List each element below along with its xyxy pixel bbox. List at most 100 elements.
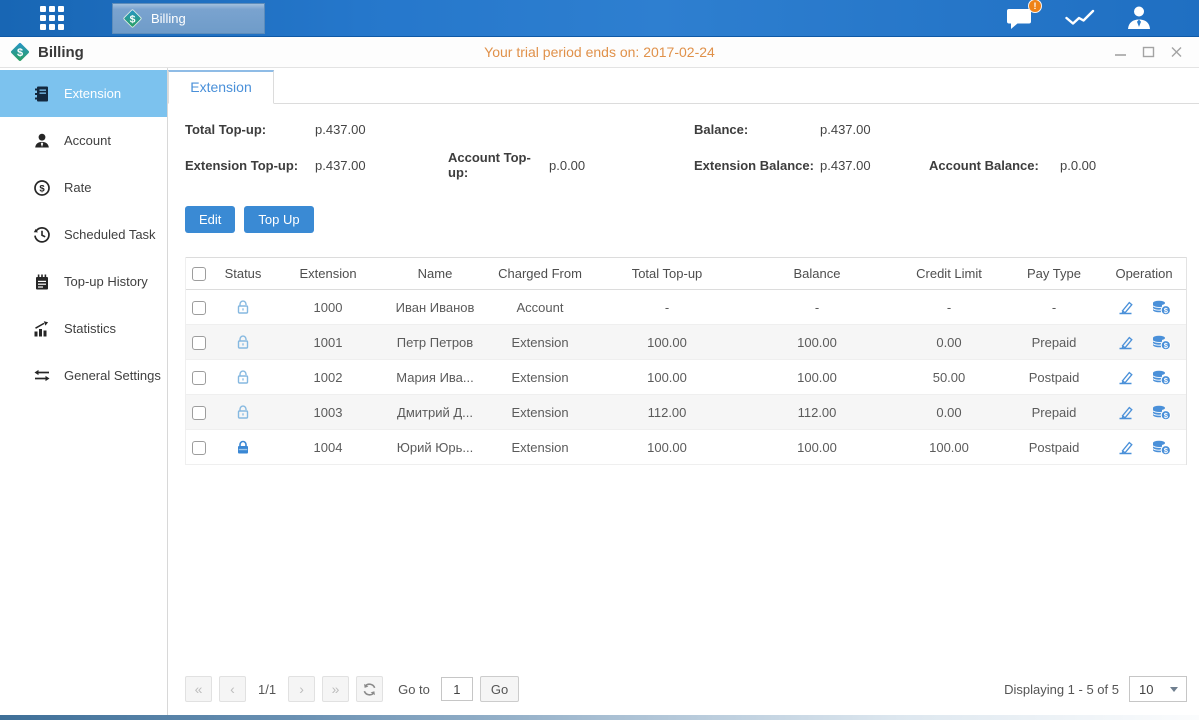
cell-operation: $	[1102, 404, 1186, 421]
prev-page-button[interactable]: ‹	[219, 676, 246, 702]
summary-label: Account Top-up:	[448, 150, 549, 180]
cell-balance: 100.00	[742, 370, 892, 385]
page-size-select[interactable]: 10	[1129, 676, 1187, 702]
edit-row-icon[interactable]	[1117, 334, 1134, 350]
sidebar-item-statistics[interactable]: Statistics	[0, 305, 167, 352]
table-row: 1000Иван ИвановAccount----$	[186, 290, 1186, 325]
sidebar: Extension Account $ Rate	[0, 68, 168, 715]
sidebar-item-label: Extension	[64, 86, 121, 101]
top-up-row-icon[interactable]: $	[1151, 404, 1172, 421]
row-checkbox[interactable]	[192, 441, 206, 455]
row-checkbox[interactable]	[192, 406, 206, 420]
displaying-label: Displaying 1 - 5 of 5	[1004, 682, 1119, 697]
next-page-button[interactable]: ›	[288, 676, 315, 702]
top-up-row-icon[interactable]: $	[1151, 334, 1172, 351]
cell-balance: -	[742, 300, 892, 315]
cell-name: Петр Петров	[382, 335, 488, 350]
go-button[interactable]: Go	[480, 676, 519, 702]
edit-row-icon[interactable]	[1117, 404, 1134, 420]
sidebar-item-general-settings[interactable]: General Settings	[0, 352, 167, 399]
maximize-button[interactable]	[1142, 46, 1155, 58]
window-title-bar: $ Billing Your trial period ends on: 201…	[0, 37, 1199, 68]
cell-total-top-up: 100.00	[592, 440, 742, 455]
sidebar-item-label: General Settings	[64, 368, 161, 383]
edit-button[interactable]: Edit	[185, 206, 235, 233]
edit-row-icon[interactable]	[1117, 369, 1134, 385]
summary-value: p.437.00	[820, 122, 929, 137]
messages-button[interactable]: !	[1006, 6, 1035, 31]
sidebar-item-scheduled-task[interactable]: Scheduled Task	[0, 211, 167, 258]
sidebar-item-label: Statistics	[64, 321, 116, 336]
table-header: Status Extension Name Charged From Total…	[186, 257, 1186, 290]
svg-text:$: $	[130, 13, 136, 25]
cell-charged-from: Extension	[488, 335, 592, 350]
cell-credit-limit: 100.00	[892, 440, 1006, 455]
sidebar-item-label: Account	[64, 133, 111, 148]
close-button[interactable]	[1170, 46, 1183, 58]
table-row: 1003Дмитрий Д...Extension112.00112.000.0…	[186, 395, 1186, 430]
table-body: 1000Иван ИвановAccount----$1001Петр Петр…	[186, 290, 1186, 465]
top-up-row-icon[interactable]: $	[1151, 369, 1172, 386]
first-page-button[interactable]: «	[185, 676, 212, 702]
column-header-credit-limit: Credit Limit	[892, 266, 1006, 281]
top-up-row-icon[interactable]: $	[1151, 299, 1172, 316]
chevron-down-icon	[1170, 687, 1178, 692]
cell-total-top-up: 112.00	[592, 405, 742, 420]
cell-charged-from: Extension	[488, 370, 592, 385]
row-checkbox[interactable]	[192, 336, 206, 350]
summary-value: p.0.00	[549, 158, 694, 173]
row-checkbox[interactable]	[192, 371, 206, 385]
cell-total-top-up: 100.00	[592, 370, 742, 385]
cell-extension: 1003	[274, 405, 382, 420]
user-icon	[1125, 5, 1153, 31]
bottom-edge-strip	[0, 715, 1199, 720]
sidebar-item-account[interactable]: Account	[0, 117, 167, 164]
summary-label: Extension Top-up:	[185, 158, 315, 173]
tab-extension[interactable]: Extension	[168, 70, 274, 104]
cell-total-top-up: 100.00	[592, 335, 742, 350]
window-title: Billing	[38, 44, 84, 61]
minimize-button[interactable]	[1114, 46, 1127, 58]
cell-operation: $	[1102, 299, 1186, 316]
cell-balance: 100.00	[742, 335, 892, 350]
column-header-name: Name	[382, 266, 488, 281]
summary-panel: Total Top-up: p.437.00 Balance: p.437.00…	[185, 122, 1187, 180]
last-page-button[interactable]: »	[322, 676, 349, 702]
top-up-button[interactable]: Top Up	[244, 206, 313, 233]
sidebar-item-extension[interactable]: Extension	[0, 70, 167, 117]
cell-pay-type: Prepaid	[1006, 335, 1102, 350]
edit-row-icon[interactable]	[1117, 299, 1134, 315]
sidebar-item-topup-history[interactable]: Top-up History	[0, 258, 167, 305]
sidebar-item-label: Scheduled Task	[64, 227, 156, 242]
top-up-row-icon[interactable]: $	[1151, 439, 1172, 456]
extension-table: Status Extension Name Charged From Total…	[185, 257, 1187, 465]
select-all-checkbox[interactable]	[192, 267, 206, 281]
page-number-input[interactable]	[441, 677, 473, 701]
row-checkbox[interactable]	[192, 301, 206, 315]
refresh-button[interactable]	[356, 676, 383, 702]
svg-text:$: $	[39, 183, 45, 194]
cell-name: Мария Ива...	[382, 370, 488, 385]
trial-message: Your trial period ends on: 2017-02-24	[0, 44, 1199, 60]
page-indicator: 1/1	[258, 682, 276, 697]
status-lock-open-icon	[212, 369, 274, 385]
refresh-icon	[362, 682, 377, 697]
bar-chart-icon	[33, 320, 51, 338]
reports-button[interactable]	[1065, 6, 1095, 30]
cell-charged-from: Account	[488, 300, 592, 315]
main-content: Extension Total Top-up: p.437.00 Balance…	[168, 68, 1199, 715]
account-menu-button[interactable]	[1125, 5, 1153, 31]
column-header-extension: Extension	[274, 266, 382, 281]
edit-row-icon[interactable]	[1117, 439, 1134, 455]
taskbar-tab-label: Billing	[151, 11, 186, 26]
app-grid-button[interactable]	[0, 0, 104, 36]
column-header-total-top-up: Total Top-up	[592, 266, 742, 281]
cell-credit-limit: 0.00	[892, 335, 1006, 350]
notebook-icon	[33, 273, 51, 291]
sidebar-item-rate[interactable]: $ Rate	[0, 164, 167, 211]
app-grid-icon	[40, 6, 64, 30]
go-to-label: Go to	[398, 682, 430, 697]
taskbar-tab-billing[interactable]: $ Billing	[112, 3, 265, 34]
sidebar-item-label: Top-up History	[64, 274, 148, 289]
status-lock-open-icon	[212, 404, 274, 420]
